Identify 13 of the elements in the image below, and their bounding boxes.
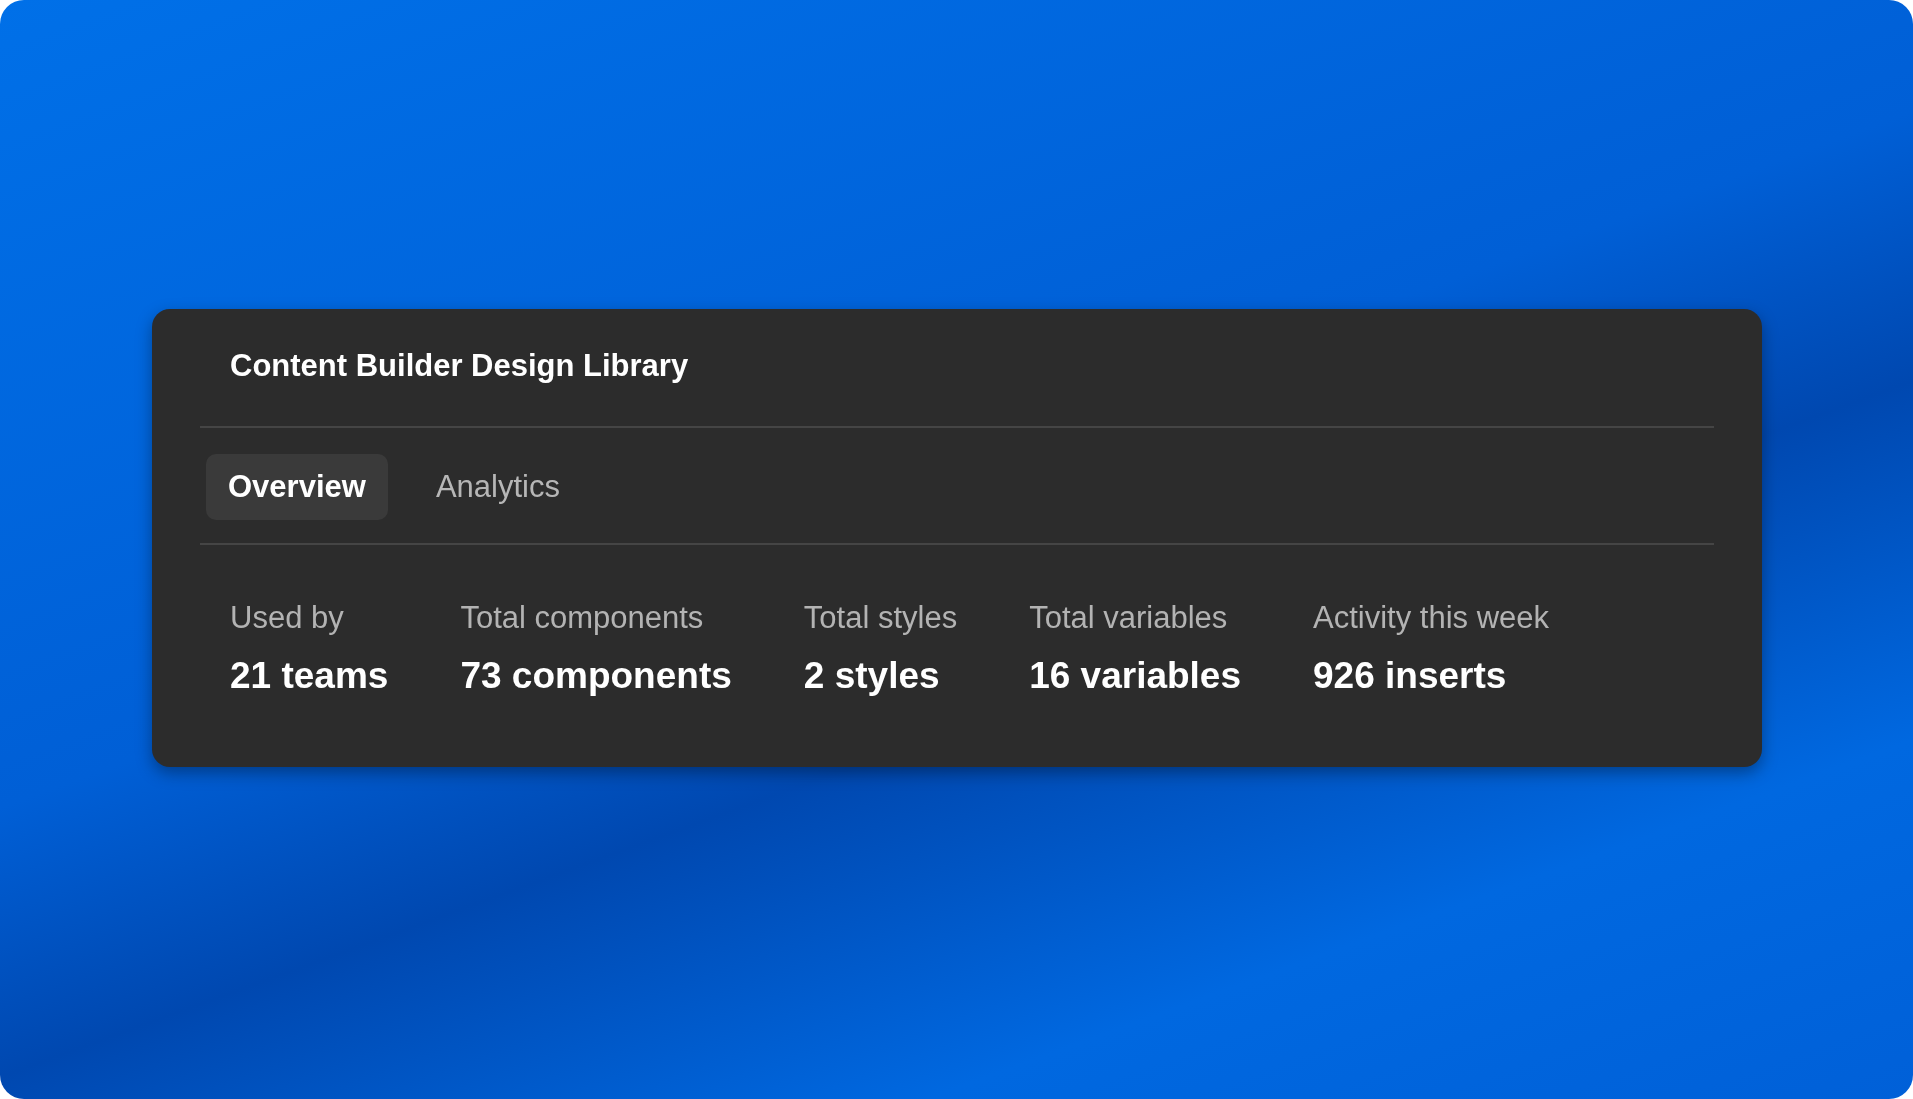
stat-value: 21 teams — [230, 653, 389, 698]
stat-value: 2 styles — [803, 653, 941, 698]
card-title: Content Builder Design Library — [229, 347, 690, 385]
stat-label: Total variables — [1029, 599, 1229, 637]
tab[interactable]: Overview — [206, 453, 388, 520]
stat-label: Total styles — [803, 599, 958, 637]
stat-label: Activity this week — [1313, 599, 1550, 637]
stat-value: 16 variables — [1029, 653, 1242, 698]
tab[interactable]: Analytics — [413, 453, 582, 520]
stat-label: Used by — [230, 599, 345, 637]
stat-label: Total components — [460, 599, 705, 637]
stat-value: 926 inserts — [1313, 653, 1508, 698]
stat-value: 73 components — [460, 653, 732, 698]
